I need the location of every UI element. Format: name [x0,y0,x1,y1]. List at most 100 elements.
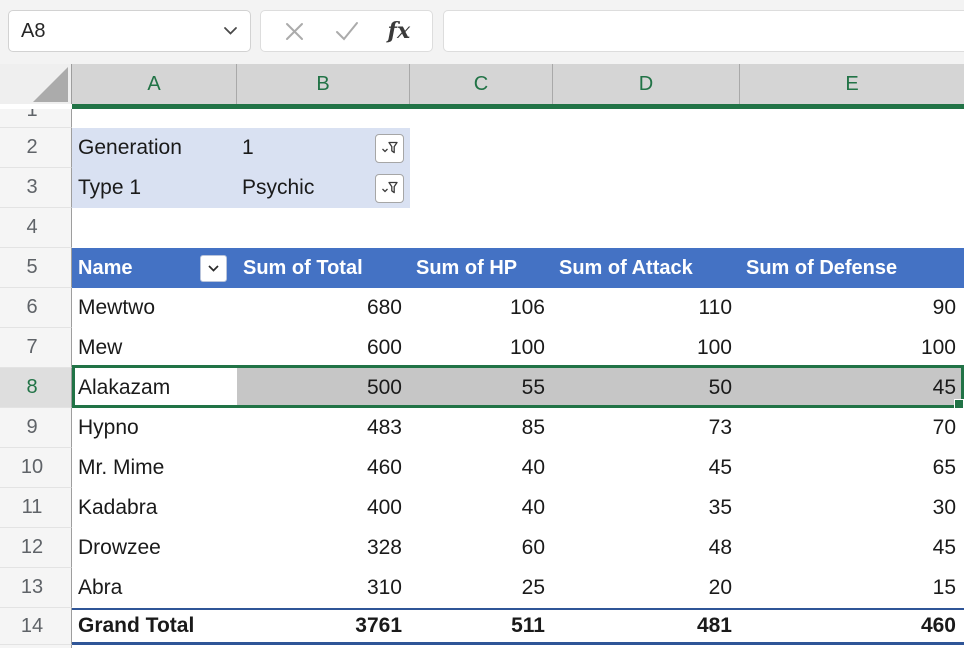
row-number: 11 [22,496,43,519]
row-header-7[interactable]: 7 [0,328,72,368]
row-header-1[interactable]: 1 [0,109,72,128]
cell-C10[interactable]: 40 [410,448,553,488]
column-header-D[interactable]: D [553,64,740,104]
row-number: 5 [26,256,37,279]
row-header-11[interactable]: 11 [0,488,72,528]
chevron-down-icon[interactable] [223,26,238,36]
cell-A8[interactable]: Alakazam [72,368,237,408]
cell-E8[interactable]: 45 [740,368,964,408]
cell-D14[interactable]: 481 [553,608,740,645]
sheet-row-8: 8 Alakazam500555045 [0,368,964,408]
cell-D9[interactable]: 73 [553,408,740,448]
cell-B2-filter-value[interactable]: 1 [237,128,410,168]
name-filter-dropdown-button[interactable] [200,255,227,282]
cell-C13[interactable]: 25 [410,568,553,608]
cell-A10[interactable]: Mr. Mime [72,448,237,488]
empty-cells-3[interactable] [410,168,964,208]
empty-cells-4[interactable] [72,208,964,248]
row-header-3[interactable]: 3 [0,168,72,208]
cell-C12[interactable]: 60 [410,528,553,568]
pivot-header-col1[interactable]: Sum of Total [237,248,410,288]
cell-C6[interactable]: 106 [410,288,553,328]
cell-E9[interactable]: 70 [740,408,964,448]
cell-D7[interactable]: 100 [553,328,740,368]
sheet-rows: 12Generation13Type 1Psychic45NameSum of … [0,109,964,648]
empty-cells-2[interactable] [410,128,964,168]
cell-D12[interactable]: 48 [553,528,740,568]
cell-A12[interactable]: Drowzee [72,528,237,568]
select-all-button[interactable] [0,64,72,104]
cell-B14[interactable]: 3761 [237,608,410,645]
cell-C11[interactable]: 40 [410,488,553,528]
row-header-9[interactable]: 9 [0,408,72,448]
cell-B10[interactable]: 460 [237,448,410,488]
cell-E12[interactable]: 45 [740,528,964,568]
pivot-header-name[interactable]: Name [72,248,237,288]
cell-B13[interactable]: 310 [237,568,410,608]
fx-icon[interactable]: fx [387,18,410,44]
cell-C14[interactable]: 511 [410,608,553,645]
formula-toolbar: A8 fx [0,0,964,64]
cell-D8[interactable]: 50 [553,368,740,408]
cell-E10[interactable]: 65 [740,448,964,488]
row-header-14[interactable]: 14 [0,608,72,645]
row-header-12[interactable]: 12 [0,528,72,568]
pivot-header-label: Sum of Defense [746,257,897,280]
sheet-row-11: 11 Kadabra400403530 [0,488,964,528]
cell-D10[interactable]: 45 [553,448,740,488]
row-number: 1 [26,109,37,122]
empty-cells-1[interactable] [72,109,964,128]
row-header-6[interactable]: 6 [0,288,72,328]
row-header-4[interactable]: 4 [0,208,72,248]
column-headers-row: ABCDE [0,64,964,104]
filter-button[interactable] [375,174,404,203]
cell-A9[interactable]: Hypno [72,408,237,448]
pivot-header-col2[interactable]: Sum of HP [410,248,553,288]
cell-A6[interactable]: Mewtwo [72,288,237,328]
cell-B7[interactable]: 600 [237,328,410,368]
cell-A11[interactable]: Kadabra [72,488,237,528]
cell-E13[interactable]: 15 [740,568,964,608]
cell-C7[interactable]: 100 [410,328,553,368]
column-header-A[interactable]: A [72,64,237,104]
checkmark-icon[interactable] [334,20,360,42]
row-header-8[interactable]: 8 [0,368,72,408]
cell-B12[interactable]: 328 [237,528,410,568]
name-box[interactable]: A8 [8,10,251,52]
formula-bar-input[interactable] [443,10,964,52]
row-number: 8 [26,376,37,399]
cell-B8[interactable]: 500 [237,368,410,408]
cell-A14[interactable]: Grand Total [72,608,237,645]
cancel-x-icon[interactable] [283,20,306,43]
cell-C9[interactable]: 85 [410,408,553,448]
pivot-header-col4[interactable]: Sum of Defense [740,248,964,288]
pivot-header-col3[interactable]: Sum of Attack [553,248,740,288]
cell-D11[interactable]: 35 [553,488,740,528]
cell-B3-filter-value[interactable]: Psychic [237,168,410,208]
cell-C8[interactable]: 55 [410,368,553,408]
row-header-2[interactable]: 2 [0,128,72,168]
cell-A7[interactable]: Mew [72,328,237,368]
row-header-10[interactable]: 10 [0,448,72,488]
column-header-E[interactable]: E [740,64,964,104]
cell-B6[interactable]: 680 [237,288,410,328]
row-header-13[interactable]: 13 [0,568,72,608]
row-number: 10 [21,456,43,479]
cell-B11[interactable]: 400 [237,488,410,528]
cell-E6[interactable]: 90 [740,288,964,328]
cell-E11[interactable]: 30 [740,488,964,528]
cell-E7[interactable]: 100 [740,328,964,368]
cell-A13[interactable]: Abra [72,568,237,608]
filter-value: Psychic [242,176,314,200]
cell-A2-filter-label[interactable]: Generation [72,128,237,168]
cell-B9[interactable]: 483 [237,408,410,448]
column-header-C[interactable]: C [410,64,553,104]
row-header-5[interactable]: 5 [0,248,72,288]
cell-E14[interactable]: 460 [740,608,964,645]
row-number: 3 [26,176,37,199]
column-header-B[interactable]: B [237,64,410,104]
filter-button[interactable] [375,134,404,163]
cell-A3-filter-label[interactable]: Type 1 [72,168,237,208]
cell-D6[interactable]: 110 [553,288,740,328]
cell-D13[interactable]: 20 [553,568,740,608]
